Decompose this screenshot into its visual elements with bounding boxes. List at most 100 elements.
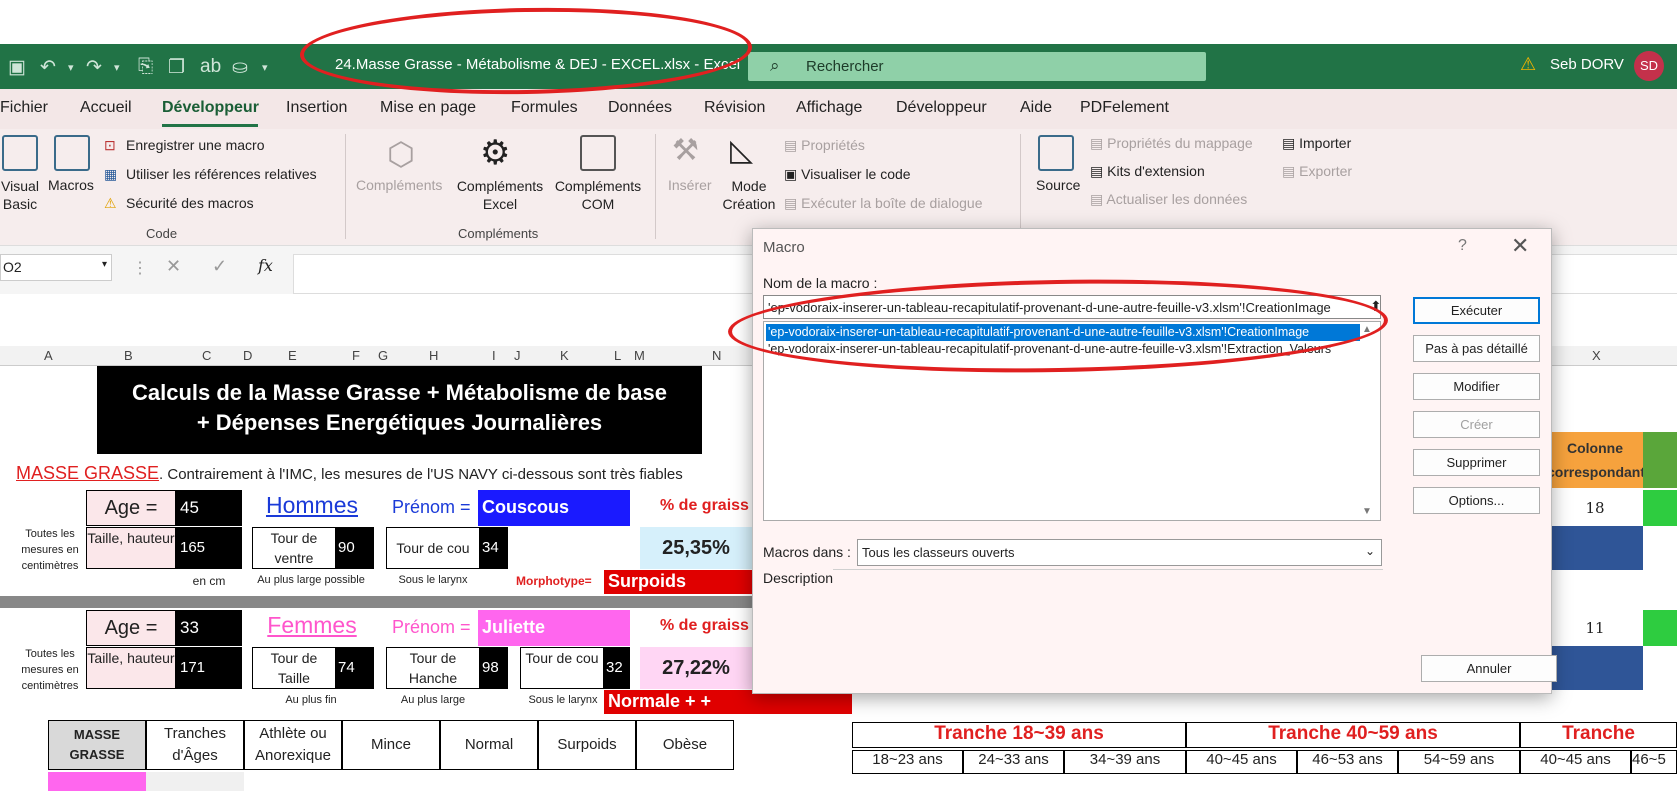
- redo-dropdown-icon[interactable]: ▾: [114, 61, 120, 74]
- macro-security-button[interactable]: Sécurité des macros: [126, 195, 254, 211]
- men-pct[interactable]: 25,35%: [640, 527, 752, 569]
- table-cell[interactable]: [146, 772, 244, 791]
- men-prenom[interactable]: Couscous: [478, 490, 630, 526]
- excel-addins-button[interactable]: Compléments Excel: [452, 177, 548, 213]
- scroll-down-icon[interactable]: ▼: [1362, 506, 1372, 517]
- import-button[interactable]: ▤ Importer: [1282, 135, 1351, 152]
- fill-color-icon[interactable]: ⛀: [232, 56, 248, 79]
- com-addins-button[interactable]: Compléments COM: [550, 177, 646, 213]
- column-header[interactable]: K: [560, 348, 569, 363]
- copy-icon[interactable]: ❐: [168, 56, 185, 79]
- women-tour-taille[interactable]: 74: [336, 647, 374, 689]
- table-cell[interactable]: [1643, 610, 1677, 646]
- user-name[interactable]: Seb DORV: [1550, 56, 1624, 73]
- customize-toolbar-icon[interactable]: ▾: [262, 61, 268, 74]
- new-file-icon[interactable]: ⎘: [138, 56, 153, 78]
- cancel-button[interactable]: Annuler: [1421, 655, 1557, 682]
- men-tour-ventre[interactable]: 90: [336, 527, 374, 569]
- tab-donnees[interactable]: Données: [608, 99, 672, 117]
- refresh-data-button[interactable]: ▤ Actualiser les données: [1090, 191, 1247, 208]
- column-header[interactable]: M: [634, 348, 645, 363]
- column-header[interactable]: C: [202, 348, 211, 363]
- step-into-button[interactable]: Pas à pas détaillé: [1413, 335, 1540, 362]
- chevron-down-icon[interactable]: ▾: [102, 259, 107, 270]
- tab-mise-en-page[interactable]: Mise en page: [380, 99, 476, 117]
- column-header[interactable]: G: [378, 348, 388, 363]
- men-height[interactable]: 165: [176, 527, 242, 569]
- strikethrough-icon[interactable]: ab: [200, 56, 221, 78]
- edit-button[interactable]: Modifier: [1413, 373, 1540, 400]
- options-button[interactable]: Options...: [1413, 487, 1540, 514]
- column-header[interactable]: J: [514, 348, 521, 363]
- check-icon[interactable]: ✓: [212, 256, 227, 277]
- expansion-packs-button[interactable]: ▤ Kits d'extension: [1090, 163, 1205, 180]
- tab-developpeur-2[interactable]: Développeur: [896, 99, 987, 117]
- men-tour-cou[interactable]: 34: [480, 527, 508, 569]
- run-dialog-button[interactable]: ▤ Exécuter la boîte de dialogue: [784, 195, 982, 212]
- addins-button[interactable]: Compléments: [356, 177, 442, 193]
- table-cell[interactable]: [1643, 432, 1677, 488]
- undo-dropdown-icon[interactable]: ▾: [68, 61, 74, 74]
- tab-aide[interactable]: Aide: [1020, 99, 1052, 117]
- cancel-icon[interactable]: ✕: [166, 256, 181, 277]
- column-header[interactable]: X: [1592, 348, 1601, 363]
- women-age[interactable]: 33: [176, 610, 242, 646]
- record-macro-button[interactable]: Enregistrer une macro: [126, 137, 265, 153]
- save-icon[interactable]: ▣: [8, 56, 26, 79]
- men-morph[interactable]: Surpoids: [604, 570, 752, 594]
- undo-icon[interactable]: ↶: [40, 56, 56, 79]
- column-header[interactable]: D: [243, 348, 252, 363]
- delete-button[interactable]: Supprimer: [1413, 449, 1540, 476]
- avatar[interactable]: SD: [1634, 51, 1664, 81]
- visual-basic-button[interactable]: Visual Basic: [0, 177, 40, 213]
- design-mode-button[interactable]: Mode Création: [716, 177, 782, 213]
- title-block[interactable]: Calculs de la Masse Grasse + Métabolisme…: [97, 366, 702, 454]
- relative-refs-button[interactable]: Utiliser les références relatives: [126, 166, 317, 182]
- x-value[interactable]: 11: [1547, 610, 1643, 646]
- search-box[interactable]: ⌕ Rechercher: [748, 52, 1206, 81]
- run-button[interactable]: Exécuter: [1413, 297, 1540, 324]
- tab-developpeur[interactable]: Développeur: [162, 99, 259, 117]
- macros-button[interactable]: Macros: [48, 177, 94, 193]
- macros-in-select[interactable]: Tous les classeurs ouverts ⌄: [857, 539, 1382, 566]
- close-icon[interactable]: ✕: [1511, 233, 1529, 259]
- women-pct[interactable]: 27,22%: [640, 647, 752, 689]
- redo-icon[interactable]: ↷: [86, 56, 102, 79]
- tab-affichage[interactable]: Affichage: [796, 99, 862, 117]
- warning-icon[interactable]: ⚠: [1520, 54, 1536, 75]
- column-header[interactable]: H: [429, 348, 438, 363]
- table-cell[interactable]: [48, 772, 146, 791]
- women-prenom[interactable]: Juliette: [478, 610, 630, 646]
- column-header[interactable]: B: [124, 348, 133, 363]
- tab-fichier[interactable]: Fichier: [0, 99, 48, 117]
- help-icon[interactable]: ?: [1458, 237, 1467, 255]
- column-header[interactable]: F: [352, 348, 360, 363]
- table-cell[interactable]: [1547, 526, 1643, 570]
- women-tour-hanche[interactable]: 98: [480, 647, 508, 689]
- function-icon[interactable]: fx: [258, 256, 273, 275]
- table-cell[interactable]: [1547, 646, 1643, 690]
- tab-formules[interactable]: Formules: [511, 99, 578, 117]
- view-code-button[interactable]: ▣ Visualiser le code: [784, 166, 911, 183]
- tab-accueil[interactable]: Accueil: [80, 99, 132, 117]
- column-header[interactable]: N: [712, 348, 721, 363]
- tab-pdfelement[interactable]: PDFelement: [1080, 99, 1169, 117]
- table-cell[interactable]: [1643, 490, 1677, 526]
- export-button[interactable]: ▤ Exporter: [1282, 163, 1352, 180]
- create-button[interactable]: Créer: [1413, 411, 1540, 438]
- intro-row[interactable]: MASSE GRASSE. Contrairement à l'IMC, les…: [16, 463, 751, 487]
- name-box[interactable]: O2 ▾: [0, 254, 112, 281]
- women-height[interactable]: 171: [176, 647, 242, 689]
- column-header[interactable]: E: [288, 348, 297, 363]
- column-header[interactable]: I: [492, 348, 496, 363]
- x-value[interactable]: 18: [1547, 490, 1643, 526]
- column-header[interactable]: A: [44, 348, 53, 363]
- insert-button[interactable]: Insérer: [668, 177, 712, 193]
- women-tour-cou[interactable]: 32: [604, 647, 630, 689]
- column-header[interactable]: L: [614, 348, 621, 363]
- map-properties-button[interactable]: ▤ Propriétés du mappage: [1090, 135, 1253, 152]
- tab-insertion[interactable]: Insertion: [286, 99, 347, 117]
- properties-button[interactable]: ▤ Propriétés: [784, 137, 865, 154]
- tab-revision[interactable]: Révision: [704, 99, 765, 117]
- source-button[interactable]: Source: [1036, 177, 1080, 193]
